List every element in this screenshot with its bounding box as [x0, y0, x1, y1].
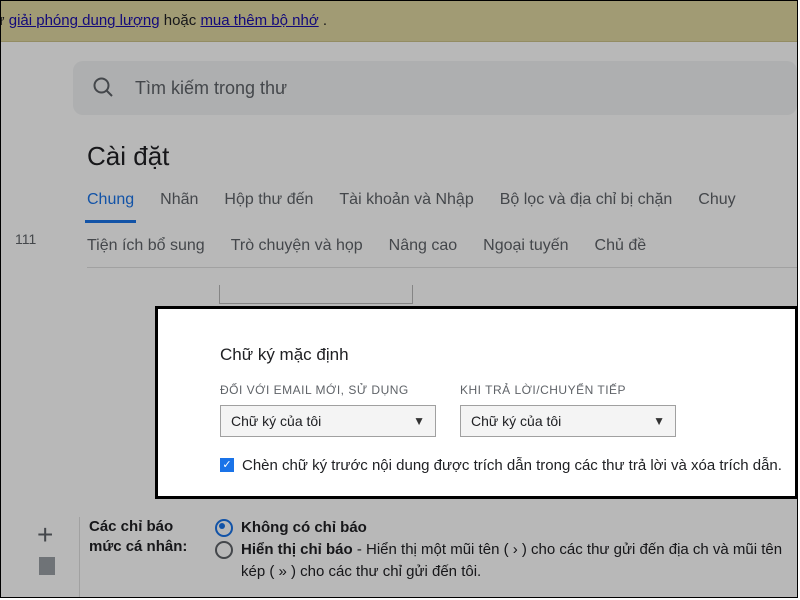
search-input[interactable]: Tìm kiếm trong thư [73, 61, 797, 115]
tab-chung[interactable]: Chung [87, 191, 134, 209]
reply-forward-signature-select[interactable]: Chữ ký của tôi ▼ [460, 405, 676, 437]
chevron-down-icon: ▼ [653, 414, 665, 428]
no-indicators-label: Không có chỉ báo [241, 519, 367, 536]
new-email-signature-select[interactable]: Chữ ký của tôi ▼ [220, 405, 436, 437]
tab-tr-chuy-n-v-h-p[interactable]: Trò chuyện và họp [231, 237, 363, 255]
new-email-signature-value: Chữ ký của tôi [231, 413, 321, 429]
insert-signature-before-quoted-label: Chèn chữ ký trước nội dung được trích dẫ… [242, 455, 782, 478]
sidebar-divider [79, 517, 80, 597]
free-up-storage-link[interactable]: giải phóng dung lượng [9, 12, 160, 29]
settings-tabs: Chung Nhãn Hộp thư đến Tài khoản và Nhập Bộ … [87, 191, 797, 268]
tab-t-i-kho-n-v-nh-p[interactable]: Tài khoản và Nhập [339, 191, 473, 209]
search-placeholder: Tìm kiếm trong thư [135, 78, 287, 99]
personal-indicators-label-1: Các chỉ báo [89, 517, 201, 537]
insert-signature-before-quoted-checkbox[interactable]: ✓ [220, 458, 234, 472]
tab-n-ng-cao[interactable]: Nâng cao [389, 237, 458, 255]
storage-warning-banner: ờ. Hãy thử giải phóng dung lượng hoặc mu… [1, 1, 797, 42]
app-frame: ờ. Hãy thử giải phóng dung lượng hoặc mu… [0, 0, 798, 598]
tab-b-l-c-v-a-ch-b-ch-n[interactable]: Bộ lọc và địa chỉ bị chặn [500, 191, 673, 209]
truncated-input-fragment [219, 285, 413, 304]
signature-defaults-title: Chữ ký mặc định [220, 345, 787, 365]
banner-text-suffix: . [323, 12, 327, 29]
tab-chuy[interactable]: Chuy [698, 191, 735, 209]
personal-indicators-label-2: mức cá nhân: [89, 537, 201, 557]
sidebar-count: 111 [15, 231, 36, 247]
chevron-down-icon: ▼ [413, 414, 425, 428]
tab-h-p-th-n[interactable]: Hộp thư đến [224, 191, 313, 209]
show-indicators-radio[interactable] [215, 541, 233, 559]
default-signature-highlight-panel: Chữ ký mặc định ĐỐI VỚI EMAIL MỚI, SỬ DỤ… [155, 306, 798, 499]
personal-indicators-section: Các chỉ báo mức cá nhân: Không có chỉ bá… [89, 517, 797, 582]
tab-nh-n[interactable]: Nhãn [160, 191, 198, 209]
reply-forward-signature-value: Chữ ký của tôi [471, 413, 561, 429]
tab-ti-n-ch-b-sung[interactable]: Tiện ích bổ sung [87, 237, 205, 255]
reply-forward-signature-label: KHI TRẢ LỜI/CHUYỂN TIẾP [460, 383, 676, 397]
show-indicators-label: Hiển thị chỉ báo [241, 541, 353, 558]
sidebar-item-fragment [39, 557, 55, 575]
tab-ch-[interactable]: Chủ đề [595, 237, 647, 255]
buy-more-storage-link[interactable]: mua thêm bộ nhớ [200, 12, 318, 29]
compose-or-add-button[interactable]: + [37, 519, 53, 551]
new-email-signature-label: ĐỐI VỚI EMAIL MỚI, SỬ DỤNG [220, 383, 436, 397]
search-icon [91, 75, 117, 101]
no-indicators-radio[interactable] [215, 519, 233, 537]
banner-text-frag: ờ. Hãy thử [1, 12, 9, 29]
page-title: Cài đặt [87, 141, 169, 172]
banner-text-mid: hoặc [164, 12, 201, 29]
tab-ngo-i-tuy-n[interactable]: Ngoại tuyến [483, 237, 568, 255]
